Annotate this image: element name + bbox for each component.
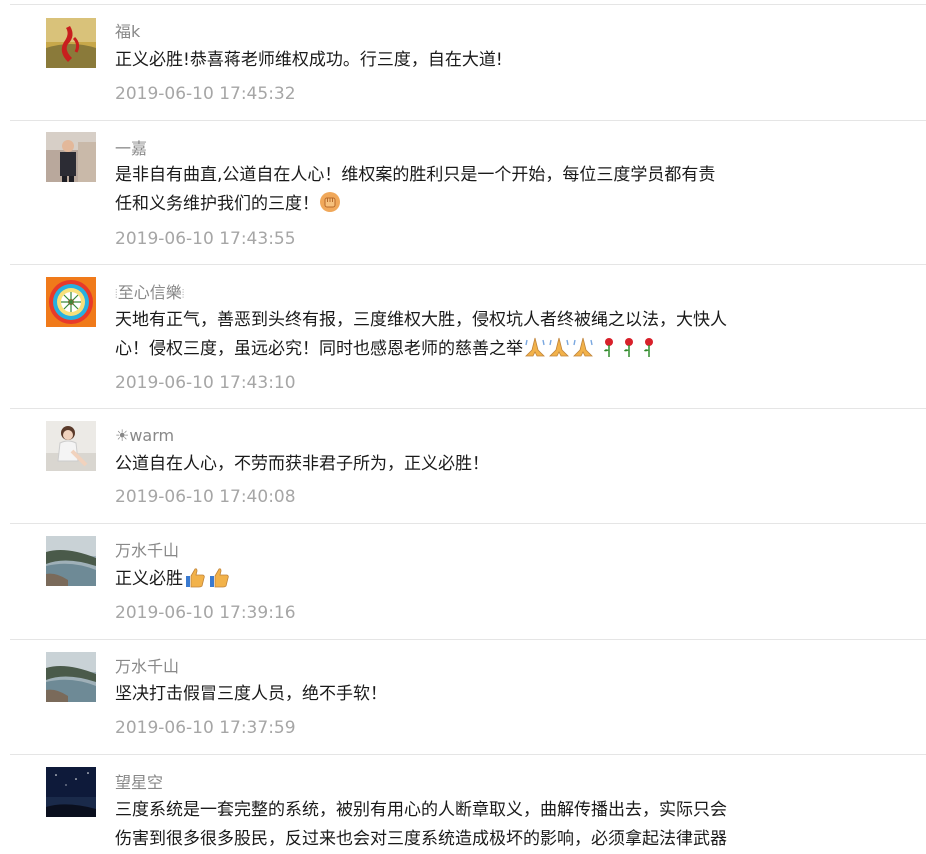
fist-emoji	[319, 191, 341, 223]
divider	[10, 408, 926, 409]
comment-nickname[interactable]: 一嘉	[115, 139, 147, 159]
divider	[10, 639, 926, 640]
comment-text-line: 心！侵权三度，虽远必究！同时也感恩老师的慈善之举	[115, 335, 755, 368]
comment-text: 三度系统是一套完整的系统，被别有用心的人断章取义，曲解传播出去，实际只会 伤害到…	[115, 796, 755, 854]
comment-text: 公道自在人心，不劳而获非君子所为，正义必胜！	[115, 454, 489, 474]
divider	[10, 523, 926, 524]
comment-text-line: 任和义务维护我们的三度！	[115, 190, 755, 223]
comment-text: 正义必胜!恭喜蒋老师维权成功。行三度，自在大道!	[115, 50, 503, 70]
comment-text-line: 伤害到很多很多股民，反过来也会对三度系统造成极坏的影响，必须拿起法律武器	[115, 829, 727, 849]
comment-time: 2019-06-10 17:45:32	[115, 84, 296, 104]
comment-nickname[interactable]: ⦙至心信樂⦙	[115, 283, 184, 304]
comment-nickname[interactable]: 福k	[115, 22, 140, 42]
comment-time: 2019-06-10 17:39:16	[115, 603, 296, 623]
comment-text-line: 三度系统是一套完整的系统，被别有用心的人断章取义，曲解传播出去，实际只会	[115, 800, 727, 820]
comment-text: 正义必胜	[115, 565, 755, 598]
comment-time: 2019-06-10 17:43:10	[115, 373, 296, 393]
comment-time: 2019-06-10 17:43:55	[115, 229, 296, 249]
comment-text: 坚决打击假冒三度人员，绝不手软！	[115, 684, 387, 704]
comment-nickname[interactable]: 望星空	[115, 773, 163, 793]
praying-hands-emoji	[547, 336, 571, 368]
praying-hands-emoji	[571, 336, 595, 368]
night-sky-avatar[interactable]	[46, 767, 96, 817]
comment-nickname-text: 至心信樂	[117, 283, 182, 302]
rose-emoji	[639, 336, 659, 368]
comment-nickname[interactable]: 万水千山	[115, 657, 179, 677]
mandala-avatar[interactable]	[46, 277, 96, 327]
comment-time: 2019-06-10 17:40:08	[115, 487, 296, 507]
rose-emoji	[619, 336, 639, 368]
comment-text: 是非自有曲直,公道自在人心！维权案的胜利只是一个开始，每位三度学员都有责 任和义…	[115, 161, 755, 223]
divider	[10, 4, 926, 5]
thumbs-up-emoji	[207, 566, 231, 598]
coastline-avatar[interactable]	[46, 652, 96, 702]
red-sculpture-avatar[interactable]	[46, 18, 96, 68]
divider	[10, 264, 926, 265]
comment-nickname[interactable]: 万水千山	[115, 541, 179, 561]
comment-text: 天地有正气，善恶到头终有报，三度维权大胜，侵权坑人者终被绳之以法，大快人 心！侵…	[115, 306, 755, 368]
comment-text-fragment: 任和义务维护我们的三度！	[115, 194, 319, 214]
coastline-avatar[interactable]	[46, 536, 96, 586]
woman-photo-avatar[interactable]	[46, 421, 96, 471]
comment-text-fragment: 正义必胜	[115, 569, 183, 589]
divider	[10, 754, 926, 755]
divider	[10, 120, 926, 121]
comment-list: 福k 正义必胜!恭喜蒋老师维权成功。行三度，自在大道! 2019-06-10 1…	[0, 0, 926, 849]
bracket-icon: ⦙	[181, 287, 185, 301]
comment-text-fragment: 心！侵权三度，虽远必究！同时也感恩老师的慈善之举	[115, 339, 523, 359]
praying-hands-emoji	[523, 336, 547, 368]
man-standing-avatar[interactable]	[46, 132, 96, 182]
comment-nickname[interactable]: ☀warm	[115, 426, 174, 446]
comment-time: 2019-06-10 17:37:59	[115, 718, 296, 738]
comment-text-line: 天地有正气，善恶到头终有报，三度维权大胜，侵权坑人者终被绳之以法，大快人	[115, 310, 727, 330]
comment-text-line: 是非自有曲直,公道自在人心！维权案的胜利只是一个开始，每位三度学员都有责	[115, 165, 716, 185]
rose-emoji	[599, 336, 619, 368]
thumbs-up-emoji	[183, 566, 207, 598]
